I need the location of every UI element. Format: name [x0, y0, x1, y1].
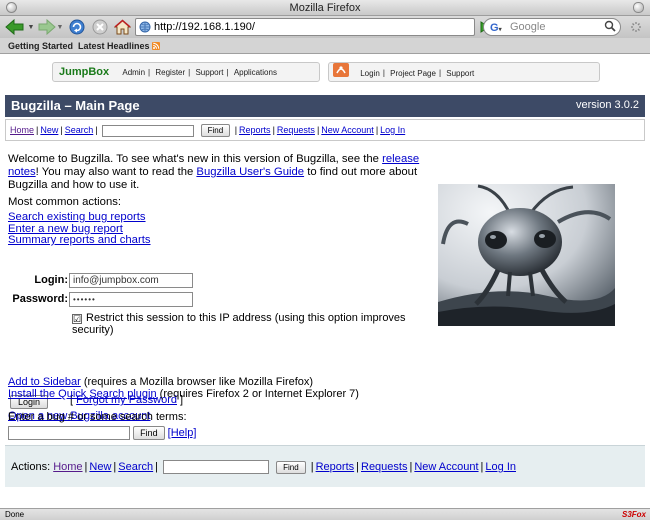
password-field[interactable]: •••••• — [69, 292, 193, 307]
jumpbox-support-link-2[interactable]: Support — [446, 69, 474, 78]
jumpbox-right-menu: Login | Project Page | Support — [328, 62, 600, 82]
rss-feed-icon — [152, 42, 161, 50]
quicksearch-plugin-line: Install the Quick Search plugin (require… — [8, 388, 359, 400]
search-bugs-link[interactable]: Search existing bug reports — [8, 211, 151, 224]
bugzilla-app-icon — [333, 63, 349, 84]
nav-home-link[interactable]: Home — [10, 125, 34, 135]
common-actions-title: Most common actions: — [8, 196, 122, 208]
page-viewport: JumpBox Admin | Register | Support | Applic… — [0, 55, 650, 508]
status-text: Done — [5, 510, 25, 519]
restrict-ip-option: ☑ Restrict this session to this IP addres… — [72, 312, 432, 336]
bookmark-latest-headlines-label: Latest Headlines — [78, 41, 150, 51]
top-action-links: Home | New | Search | Find | Reports | Requests |… — [5, 119, 645, 141]
add-sidebar-link[interactable]: Add to Sidebar — [8, 376, 81, 388]
login-email-field[interactable]: info@jumpbox.com — [69, 273, 193, 288]
browser-integration: Add to Sidebar (requires a Mozilla brows… — [8, 376, 359, 400]
s3fox-addon-icon[interactable]: S3Fox — [622, 509, 646, 520]
password-label: Password: — [12, 293, 68, 305]
search-magnifier-icon[interactable] — [604, 20, 616, 37]
home-button[interactable] — [113, 18, 131, 36]
summary-reports-link[interactable]: Summary reports and charts — [8, 234, 151, 247]
jumpbox-project-page-link[interactable]: Project Page — [390, 69, 436, 78]
back-button[interactable] — [4, 18, 26, 36]
nav-reports-link[interactable]: Reports — [239, 125, 271, 135]
window-title: Mozilla Firefox — [289, 2, 361, 14]
home-icon — [113, 19, 131, 35]
page-title: Bugzilla – Main Page — [11, 98, 140, 113]
jumpbox-admin-link[interactable]: Admin — [122, 68, 145, 77]
back-history-dropdown[interactable]: ▼ — [27, 18, 35, 36]
quick-search-help-link[interactable]: [Help] — [168, 427, 197, 439]
google-engine-icon[interactable]: G▾ — [490, 20, 502, 38]
url-bar[interactable]: http://192.168.1.190/ — [135, 18, 475, 36]
window-zoom-button[interactable] — [633, 2, 644, 13]
top-find-button[interactable]: Find — [200, 124, 231, 138]
activity-spinner-icon — [630, 20, 642, 38]
top-quicksearch-input[interactable] — [102, 124, 195, 137]
window-titlebar: Mozilla Firefox — [0, 0, 650, 16]
common-actions-list: Search existing bug reports Enter a new … — [8, 211, 151, 247]
jumpbox-applications-link[interactable]: Applications — [234, 68, 277, 77]
bookmarks-toolbar: Getting Started Latest Headlines — [0, 38, 650, 54]
add-sidebar-note: (requires a Mozilla browser like Mozilla… — [80, 376, 314, 388]
status-bar: Done S3Fox — [0, 508, 650, 520]
intro-text-1: Welcome to Bugzilla. To see what's new i… — [8, 153, 383, 165]
stop-button[interactable] — [91, 18, 109, 36]
navigation-toolbar: ▼ ▼ http://192.168.1.190/ G▾ Google — [0, 16, 650, 38]
nav-log-in-link[interactable]: Log In — [380, 125, 405, 135]
jumpbox-logo: JumpBox — [59, 66, 110, 78]
web-search-box[interactable]: G▾ Google — [483, 18, 621, 36]
footer-new-account-link[interactable]: New Account — [414, 461, 478, 473]
jumpbox-support-link[interactable]: Support — [195, 68, 223, 77]
restrict-ip-label: Restrict this session to this IP address… — [72, 312, 406, 336]
footer-actions-label: Actions: — [11, 461, 51, 473]
quicksearch-plugin-note: (requires Firefox 2 or Internet Explorer… — [156, 388, 359, 400]
forward-arrow-icon — [38, 19, 56, 35]
reload-button[interactable] — [68, 18, 86, 36]
footer-requests-link[interactable]: Requests — [361, 461, 407, 473]
footer-reports-link[interactable]: Reports — [316, 461, 355, 473]
quick-search-input[interactable] — [8, 426, 130, 440]
forward-history-dropdown[interactable]: ▼ — [56, 18, 64, 36]
quick-search-label: Enter a bug # or some search terms: — [8, 411, 187, 423]
footer-new-link[interactable]: New — [89, 461, 111, 473]
add-sidebar-line: Add to Sidebar (requires a Mozilla brows… — [8, 376, 359, 388]
jumpbox-bar: JumpBox Admin | Register | Support | Applic… — [0, 55, 650, 95]
jumpbox-register-link[interactable]: Register — [155, 68, 185, 77]
window-close-button[interactable] — [6, 2, 17, 13]
welcome-paragraph: Welcome to Bugzilla. To see what's new i… — [8, 153, 428, 192]
jumpbox-login-link[interactable]: Login — [360, 69, 380, 78]
forward-button[interactable] — [37, 18, 57, 36]
footer-quicksearch-input[interactable] — [163, 460, 270, 475]
reload-icon — [69, 19, 85, 35]
footer-actions: Actions: Home | New | Search | Find | Reports |… — [5, 445, 645, 487]
restrict-ip-checkbox[interactable]: ☑ — [72, 314, 82, 324]
url-text: http://192.168.1.190/ — [154, 21, 255, 33]
quick-search-find-button[interactable]: Find — [133, 426, 165, 440]
back-arrow-icon — [5, 19, 24, 35]
nav-requests-link[interactable]: Requests — [277, 125, 315, 135]
version-label: version 3.0.2 — [576, 99, 639, 111]
footer-home-link[interactable]: Home — [53, 461, 82, 473]
footer-log-in-link[interactable]: Log In — [485, 461, 516, 473]
login-label: Login: — [34, 274, 68, 286]
search-placeholder: Google — [510, 21, 546, 33]
quick-search-form: Enter a bug # or some search terms: Find… — [8, 411, 196, 440]
users-guide-link[interactable]: Bugzilla User's Guide — [196, 166, 304, 178]
page-header: Bugzilla – Main Page version 3.0.2 — [5, 95, 645, 117]
bookmark-latest-headlines[interactable]: Latest Headlines — [78, 38, 161, 54]
jumpbox-left-menu: JumpBox Admin | Register | Support | Applic… — [52, 62, 320, 82]
nav-new-link[interactable]: New — [40, 125, 58, 135]
quicksearch-plugin-link[interactable]: Install the Quick Search plugin — [8, 388, 157, 400]
bookmark-getting-started[interactable]: Getting Started — [8, 38, 73, 54]
footer-find-button[interactable]: Find — [276, 460, 306, 474]
site-globe-icon — [139, 21, 151, 38]
nav-search-link[interactable]: Search — [65, 125, 94, 135]
nav-new-account-link[interactable]: New Account — [321, 125, 374, 135]
intro-text-2: ! You may also want to read the — [35, 166, 197, 178]
bugzilla-ant-image — [438, 184, 615, 326]
stop-icon — [92, 19, 108, 35]
footer-search-link[interactable]: Search — [118, 461, 153, 473]
